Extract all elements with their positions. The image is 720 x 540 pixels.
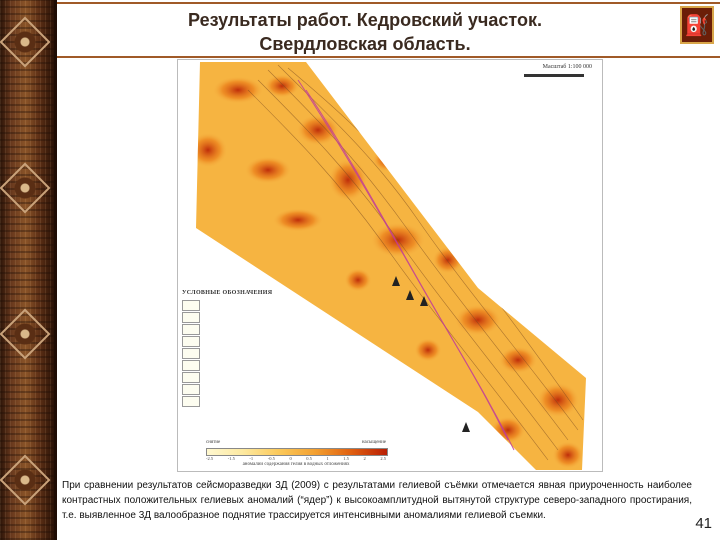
legend-title: УСЛОВНЫЕ ОБОЗНАЧЕНИЯ bbox=[182, 290, 273, 296]
title-line-1: Результаты работ. Кедровский участок. bbox=[188, 10, 542, 30]
ornament-icon bbox=[0, 454, 51, 506]
ornament-icon bbox=[0, 16, 51, 68]
scale-bar bbox=[524, 74, 584, 77]
body-paragraph: При сравнении результатов сейсморазведки… bbox=[62, 480, 692, 521]
ornament-icon bbox=[0, 162, 51, 214]
top-rule bbox=[57, 2, 720, 4]
slide-title: Результаты работ. Кедровский участок. Св… bbox=[60, 8, 670, 56]
legend-symbol bbox=[182, 299, 200, 311]
oil-derrick-icon: ⛽ bbox=[680, 6, 714, 44]
map-legend: УСЛОВНЫЕ ОБОЗНАЧЕНИЯ bbox=[182, 290, 332, 407]
colorbar-tick: -1 bbox=[249, 456, 254, 461]
colorbar-ticks: -2.5 -1.5 -1 -0.5 0 0.5 1 1.5 2 2.5 bbox=[206, 456, 386, 461]
legend-item bbox=[182, 335, 332, 347]
legend-item bbox=[182, 383, 332, 395]
legend-symbol bbox=[182, 347, 200, 359]
legend-item bbox=[182, 311, 332, 323]
colorbar-high-label: насыщение bbox=[361, 440, 386, 445]
colorbar-tick: 0.5 bbox=[306, 456, 312, 461]
ornament-icon bbox=[0, 308, 51, 360]
title-line-2: Свердловская область. bbox=[259, 34, 471, 54]
colorbar-tick: 0 bbox=[289, 456, 292, 461]
legend-item bbox=[182, 395, 332, 407]
colorbar-tick: 1.5 bbox=[343, 456, 349, 461]
legend-item bbox=[182, 323, 332, 335]
colorbar-low-label: снятие bbox=[206, 440, 221, 445]
map-scale-label: Масштаб 1:100 000 bbox=[542, 64, 592, 70]
legend-item bbox=[182, 371, 332, 383]
page-number: 41 bbox=[695, 515, 712, 532]
colorbar-tick: 2 bbox=[363, 456, 366, 461]
legend-symbol bbox=[182, 371, 200, 383]
colorbar-tick: -2.5 bbox=[206, 456, 214, 461]
legend-symbol bbox=[182, 311, 200, 323]
legend-symbol bbox=[182, 323, 200, 335]
legend-symbol bbox=[182, 383, 200, 395]
colorbar-caption: аномалии содержания гелия в водных отлож… bbox=[242, 462, 350, 467]
colorbar-tick: -0.5 bbox=[267, 456, 275, 461]
colorbar bbox=[206, 448, 388, 456]
legend-item bbox=[182, 347, 332, 359]
map-graphic bbox=[196, 62, 586, 470]
colorbar-tick: 2.5 bbox=[380, 456, 386, 461]
decorative-side-band bbox=[0, 0, 57, 540]
legend-symbol bbox=[182, 395, 200, 407]
legend-item bbox=[182, 359, 332, 371]
helium-survey-map: Масштаб 1:100 000 УСЛОВНЫЕ ОБОЗНАЧЕНИЯ с… bbox=[177, 59, 603, 472]
legend-symbol bbox=[182, 335, 200, 347]
colorbar-tick: -1.5 bbox=[227, 456, 235, 461]
colorbar-end-labels: снятие насыщение bbox=[206, 440, 386, 445]
legend-symbol bbox=[182, 359, 200, 371]
legend-item bbox=[182, 299, 332, 311]
title-underline bbox=[57, 56, 720, 58]
colorbar-tick: 1 bbox=[326, 456, 329, 461]
survey-area bbox=[196, 62, 586, 470]
